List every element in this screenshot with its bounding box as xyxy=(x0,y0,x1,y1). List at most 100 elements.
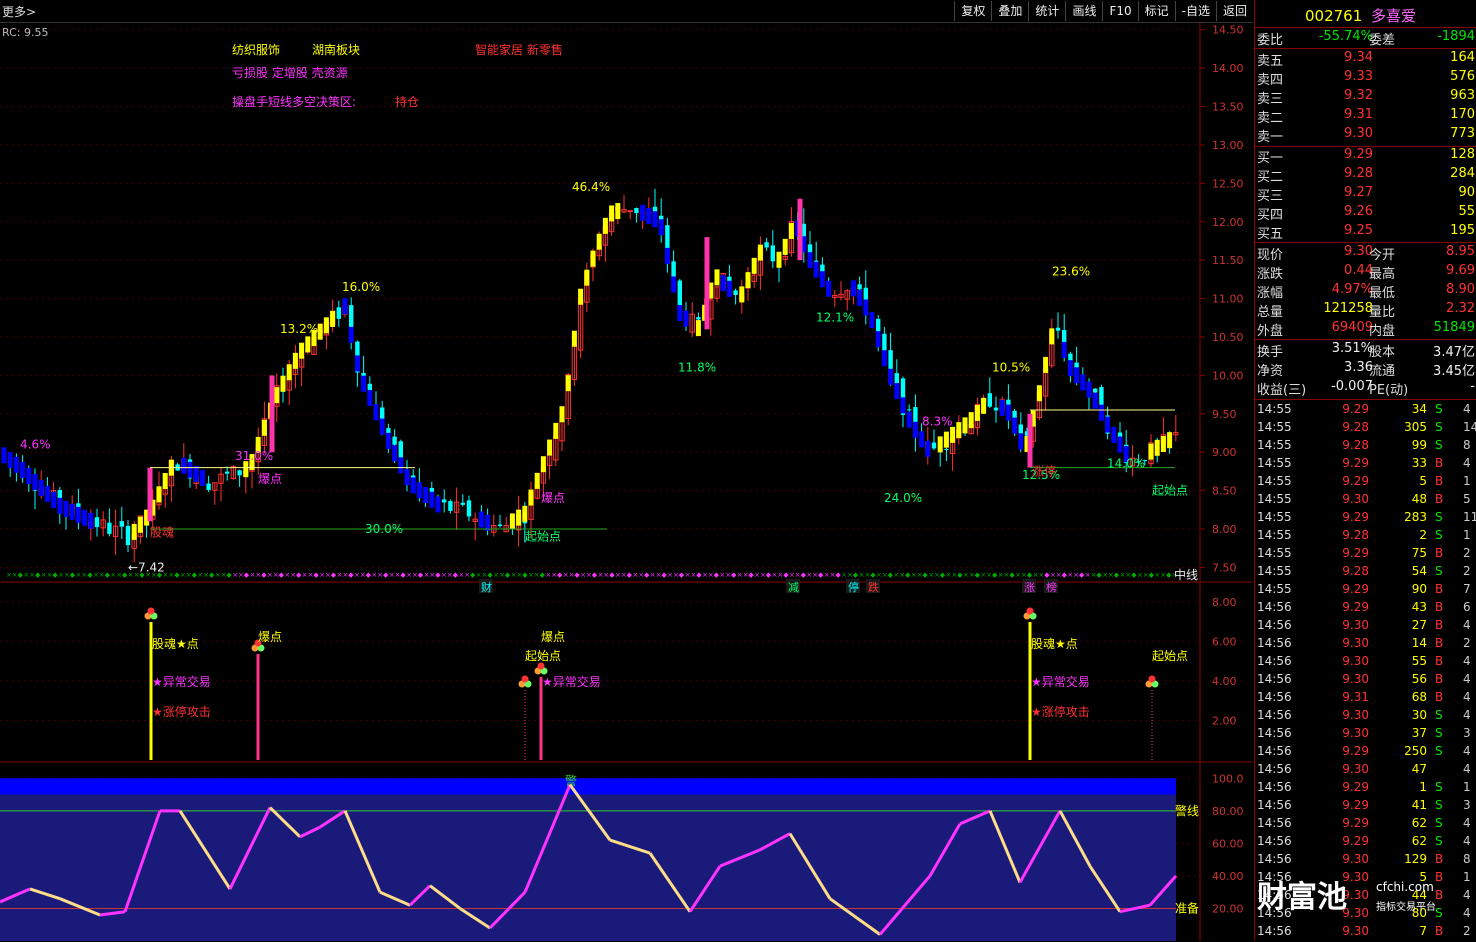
fuquan-button[interactable]: 复权 xyxy=(954,1,991,21)
trend-bar xyxy=(1,447,7,464)
fund-value: - xyxy=(1470,379,1475,394)
signal-label: 爆点 xyxy=(541,491,565,505)
tick-count: 4 xyxy=(1463,834,1471,848)
percent-annotation: ←7.42 xyxy=(128,560,165,574)
tick-price: 9.30 xyxy=(1342,852,1369,866)
draw-button[interactable]: 画线 xyxy=(1065,1,1102,21)
trend-bar xyxy=(392,445,398,462)
percent-annotation: 24.0% xyxy=(884,491,922,505)
candle-body xyxy=(696,317,701,320)
price-tick-label: 8.00 xyxy=(1212,523,1237,536)
trend-bar xyxy=(522,505,528,522)
stat-row: 涨幅 4.97% 最低 8.90 xyxy=(1255,282,1476,301)
stock-chart[interactable]: × × ◆ × × ◆ × × ◆ × × ◆ × × ◆ × × ◆ × × ◆ × × ◆ × × ◆ × × ◆ × × ◆ × × ◆ × × ◆ ×… xyxy=(0,22,1253,941)
trend-bar xyxy=(292,352,298,369)
ask-volume: 773 xyxy=(1450,126,1475,141)
watchlist-button[interactable]: -自选 xyxy=(1174,1,1216,21)
tick-price: 9.29 xyxy=(1342,474,1369,488)
bid-volume: 195 xyxy=(1450,223,1475,238)
tick-side: S xyxy=(1435,420,1443,434)
tick-count: 4 xyxy=(1463,708,1471,722)
tick-price: 9.29 xyxy=(1342,456,1369,470)
tick-time: 14:56 xyxy=(1257,618,1292,632)
trend-bar xyxy=(156,486,162,503)
trend-bar xyxy=(1049,328,1055,345)
trend-bar xyxy=(943,431,949,448)
tick-volume: 34 xyxy=(1411,402,1427,416)
tick-volume: 55 xyxy=(1411,654,1427,668)
bid-volume: 128 xyxy=(1450,147,1475,162)
tick-volume: 7 xyxy=(1419,924,1427,938)
signal-ball xyxy=(1026,607,1034,615)
trend-bar xyxy=(547,439,553,456)
bid-price: 9.27 xyxy=(1344,185,1373,200)
stat-value: 121258 xyxy=(1323,301,1373,316)
tick-count: 2 xyxy=(1463,636,1471,650)
tick-price: 9.30 xyxy=(1342,924,1369,938)
trend-bar xyxy=(863,299,869,316)
bid-row: 买四 9.26 55 xyxy=(1255,204,1476,223)
trend-bar xyxy=(1080,374,1086,391)
tick-row: 14:55 9.28 99 S 8 xyxy=(1255,438,1476,456)
overlay-button[interactable]: 叠加 xyxy=(991,1,1028,21)
tick-count: 5 xyxy=(1463,492,1471,506)
trend-bar xyxy=(410,477,416,494)
tick-price: 9.28 xyxy=(1342,438,1369,452)
trend-bar xyxy=(974,404,980,421)
trend-bar xyxy=(652,211,658,228)
trend-bar xyxy=(1167,432,1173,449)
tick-volume: 305 xyxy=(1404,420,1427,434)
price-tick-label: 14.00 xyxy=(1212,62,1244,75)
highlight-bar xyxy=(147,467,153,522)
trend-bar xyxy=(379,418,385,435)
tick-row: 14:55 9.29 5 B 1 xyxy=(1255,474,1476,492)
trend-bar xyxy=(478,511,484,528)
candle-body xyxy=(733,290,738,296)
tick-row: 14:55 9.28 54 S 2 xyxy=(1255,564,1476,582)
trend-bar xyxy=(1117,436,1123,453)
stats-button[interactable]: 统计 xyxy=(1028,1,1065,21)
watermark-site: cfchi.com xyxy=(1376,880,1434,894)
tick-price: 9.29 xyxy=(1342,798,1369,812)
trend-bar xyxy=(1067,360,1073,377)
f10-button[interactable]: F10 xyxy=(1102,1,1137,21)
signal-tick-label: 4.00 xyxy=(1212,675,1237,688)
candle-body xyxy=(894,373,899,384)
trend-bar xyxy=(330,310,336,327)
trend-bar xyxy=(317,323,323,340)
signal-tick-label: 8.00 xyxy=(1212,596,1237,609)
trend-bar xyxy=(1043,356,1049,373)
fund-row: 净资 3.36 流通 3.45亿 xyxy=(1255,360,1476,379)
ask-row: 卖五 9.34 164 xyxy=(1255,50,1476,69)
tick-side: B xyxy=(1435,690,1444,704)
trend-bar xyxy=(1105,416,1111,433)
tick-price: 9.29 xyxy=(1342,510,1369,524)
tick-time: 14:56 xyxy=(1257,708,1292,722)
signal-tick-label: 2.00 xyxy=(1212,714,1237,727)
signal-ball xyxy=(147,607,155,615)
tick-time: 14:55 xyxy=(1257,420,1292,434)
more-button[interactable]: 更多> xyxy=(2,3,36,20)
stat-row: 涨跌 0.44 最高 9.69 xyxy=(1255,263,1476,282)
trend-bar xyxy=(63,500,69,517)
price-tick-label: 9.00 xyxy=(1212,446,1237,459)
tick-side: B xyxy=(1435,654,1444,668)
trend-bar xyxy=(578,288,584,305)
tick-side: S xyxy=(1435,726,1443,740)
price-tick-label: 13.00 xyxy=(1212,139,1244,152)
tick-row: 14:56 9.30 56 B 4 xyxy=(1255,672,1476,690)
fund-value: 3.45亿 xyxy=(1433,364,1475,379)
tick-volume: 30 xyxy=(1411,708,1427,722)
price-tick-label: 9.50 xyxy=(1212,408,1237,421)
trend-bar xyxy=(658,219,664,236)
tick-time: 14:56 xyxy=(1257,924,1292,938)
back-button[interactable]: 返回 xyxy=(1215,1,1253,21)
tick-side: S xyxy=(1435,744,1443,758)
trend-bar xyxy=(416,482,422,499)
tick-row: 14:56 9.29 41 S 3 xyxy=(1255,798,1476,816)
osc-alert-band xyxy=(0,778,1176,795)
tick-count: 2 xyxy=(1463,924,1471,938)
mark-button[interactable]: 标记 xyxy=(1137,1,1175,21)
trend-bar xyxy=(7,452,13,469)
tick-side: S xyxy=(1435,780,1443,794)
